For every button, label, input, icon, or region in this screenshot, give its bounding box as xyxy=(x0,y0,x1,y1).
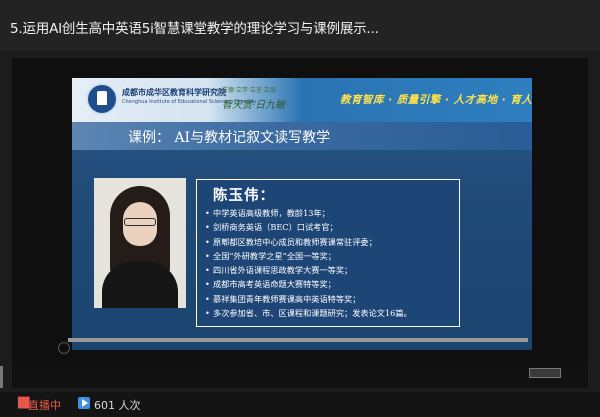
bio-list: 中学英语高级教师，教龄13年； 剑桥商务英语（BEC）口试考官； 原郫都区教培中… xyxy=(205,206,412,320)
motto-small: 立德·立学·立言·立品 xyxy=(222,87,276,94)
play-control-icon[interactable] xyxy=(58,342,70,354)
speaker-photo xyxy=(94,178,186,308)
live-status: 直播中 xyxy=(28,399,61,412)
institute-name: 成都市成华区教育科学研究院 xyxy=(122,88,226,97)
video-player[interactable]: 成都市成华区教育科学研究院 Chenghua Institute of Educ… xyxy=(12,58,588,388)
bio-item: 成都市高考英语命题大赛特等奖； xyxy=(205,277,412,291)
view-count: 601 人次 xyxy=(94,399,141,412)
bio-item: 中学英语高级教师，教龄13年； xyxy=(205,206,412,220)
slogan: 教育智库 · 质量引擎 · 人才高地 · 育人摇篮 xyxy=(340,94,532,106)
speaker-info-box: 陈玉伟： 中学英语高级教师，教龄13年； 剑桥商务英语（BEC）口试考官； 原郫… xyxy=(196,179,460,327)
institute-logo-icon xyxy=(86,83,118,115)
case-title: 课例： AI与教材记叙文读写教学 xyxy=(128,130,331,146)
progress-bar[interactable] xyxy=(68,338,528,342)
bio-item: 慕祥集团青年教师赛课高中英语特等奖； xyxy=(205,292,412,306)
fullscreen-button[interactable] xyxy=(529,368,561,378)
status-bar: ▐█ 直播中 601 人次 xyxy=(0,392,600,417)
bio-item: 剑桥商务英语（BEC）口试考官； xyxy=(205,220,412,234)
player-control-bar xyxy=(12,364,588,388)
bio-item: 全国“外研教学之星”全国一等奖； xyxy=(205,249,412,263)
progress-fill xyxy=(68,338,528,342)
slide: 成都市成华区教育科学研究院 Chenghua Institute of Educ… xyxy=(72,78,532,350)
bio-item: 四川省外语课程思政教学大赛一等奖； xyxy=(205,263,412,277)
case-bar: 课例： AI与教材记叙文读写教学 xyxy=(72,122,532,150)
motto-script: 智天赏·日九敏 xyxy=(222,100,286,111)
bio-item: 原郫都区教培中心成员和教师赛课常驻评委； xyxy=(205,235,412,249)
video-title: 5.运用AI创生高中英语5i智慧课堂教学的理论学习与课例展示... xyxy=(10,21,379,37)
title-bar: 5.运用AI创生高中英语5i智慧课堂教学的理论学习与课例展示... xyxy=(0,0,600,50)
bio-item: 多次参加省、市、区课程和课题研究；发表论文16篇。 xyxy=(205,306,412,320)
play-square-icon xyxy=(78,397,90,409)
slide-header: 成都市成华区教育科学研究院 Chenghua Institute of Educ… xyxy=(72,78,532,122)
speaker-name: 陈玉伟： xyxy=(213,188,275,204)
scroll-marker xyxy=(0,366,3,388)
